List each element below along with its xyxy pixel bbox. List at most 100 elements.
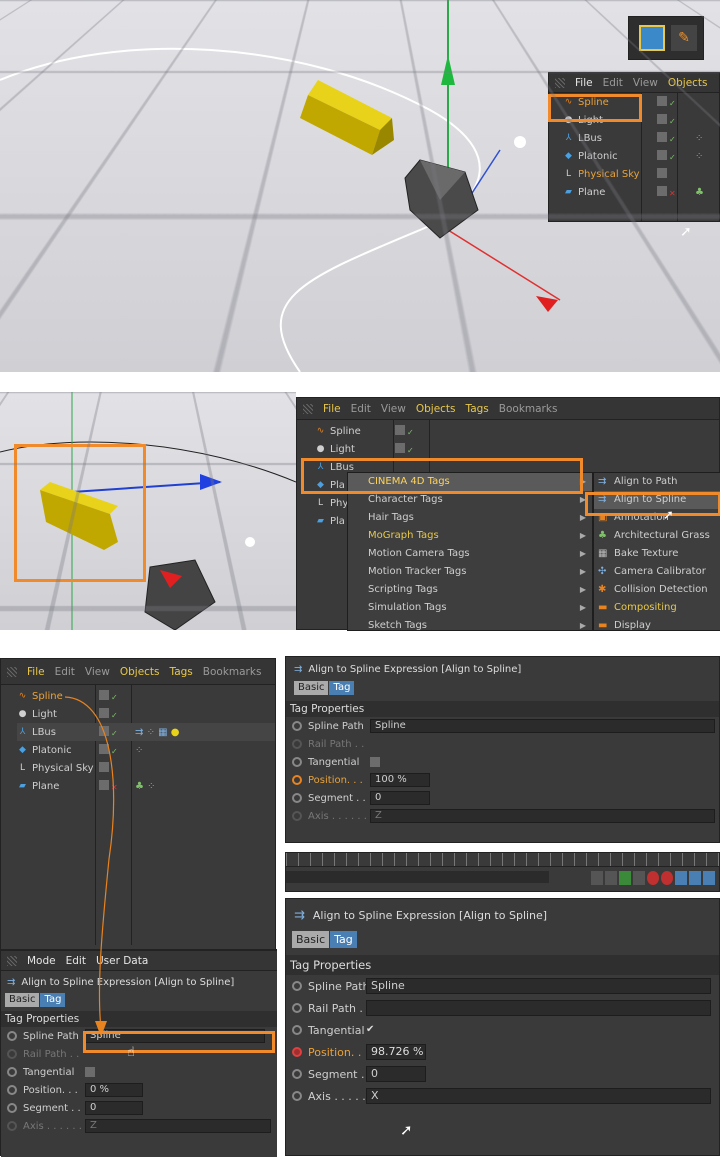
submenu-camera-calibrator[interactable]: ✣ Camera Calibrator	[594, 563, 720, 581]
object-row-platonic[interactable]: ◆ Platonic ✓ ⁘	[563, 147, 719, 165]
menu-item-sketch-tags[interactable]: Sketch Tags ▶	[348, 617, 592, 635]
drag-arrow	[64, 696, 115, 1037]
menu-view[interactable]: View	[381, 403, 406, 415]
step-back-icon[interactable]	[605, 871, 617, 885]
position-field[interactable]: 98.726 %	[366, 1044, 426, 1060]
menu-tags[interactable]: Tags	[466, 403, 489, 415]
tangential-checkbox[interactable]: ✔	[366, 1024, 378, 1036]
submenu-display[interactable]: ▬ Display	[594, 617, 720, 635]
playback-controls	[591, 871, 715, 885]
submenu-align-to-path[interactable]: ⇉ Align to Path	[594, 473, 720, 491]
tangential-checkbox[interactable]	[370, 757, 380, 767]
menu-item-scripting-tags[interactable]: Scripting Tags ▶	[348, 581, 592, 599]
menu-item-motion-tracker-tags[interactable]: Motion Tracker Tags ▶	[348, 563, 592, 581]
attr-tabs: Basic Tag	[286, 681, 719, 701]
grip-icon[interactable]	[303, 403, 313, 414]
rail-path-field[interactable]	[366, 1000, 711, 1016]
timeline-ruler[interactable]	[286, 853, 719, 867]
prop-spline-path: Spline Path Spline	[286, 975, 719, 997]
light-icon: ●	[316, 443, 325, 454]
prop-tangential: Tangential	[286, 753, 719, 771]
timeline[interactable]	[285, 852, 720, 892]
menu-view[interactable]: View	[633, 77, 658, 89]
prop-tangential: Tangential ✔	[286, 1019, 719, 1041]
cursor-icon: ➚	[400, 1121, 413, 1139]
viewport-1[interactable]: ✎ File Edit View Objects ∿ Spline ✓ ● Light…	[0, 0, 720, 372]
tab-tag[interactable]: Tag	[329, 681, 355, 695]
spline-path-field[interactable]: Spline	[366, 978, 711, 994]
menu-item-hair-tags[interactable]: Hair Tags ▶	[348, 509, 592, 527]
grass-icon: ♣	[598, 530, 607, 541]
position-field[interactable]: 100 %	[370, 773, 430, 787]
menu-file[interactable]: File	[575, 77, 593, 89]
keyframe-move-icon[interactable]	[675, 871, 687, 885]
prop-axis: Axis . . . . . .X	[286, 1085, 719, 1107]
submenu-compositing[interactable]: ▬ Compositing	[594, 599, 720, 617]
highlight-spline-row	[548, 94, 642, 122]
cursor-icon: ➚	[663, 508, 674, 523]
grip-icon[interactable]	[555, 77, 565, 88]
compositing-icon: ▬	[598, 602, 608, 613]
step-forward-icon[interactable]	[633, 871, 645, 885]
prop-segment: Segment . .0	[286, 1063, 719, 1085]
collision-icon: ✱	[598, 584, 607, 595]
bake-icon: ▦	[598, 548, 608, 559]
keyframe-rotate-icon[interactable]	[703, 871, 715, 885]
highlight-cinema4d-tags	[301, 458, 583, 494]
menu-item-simulation-tags[interactable]: Simulation Tags ▶	[348, 599, 592, 617]
record-icon[interactable]	[647, 871, 659, 885]
object-row-lbus[interactable]: ⅄ LBus ✓ ⁘	[563, 129, 719, 147]
prop-rail-path: Rail Path . .	[286, 997, 719, 1019]
axis-field[interactable]: Z	[370, 809, 715, 823]
prop-position: Position. . . 100 %	[286, 771, 719, 789]
tab-tag[interactable]: Tag	[330, 931, 357, 948]
object-manager-2-menubar: File Edit View Objects Tags Bookmarks	[297, 398, 719, 420]
submenu-collision-detection[interactable]: ✱ Collision Detection	[594, 581, 720, 599]
menu-bookmarks[interactable]: Bookmarks	[499, 403, 558, 415]
submenu-bake-texture[interactable]: ▦ Bake Texture	[594, 545, 720, 563]
go-start-icon[interactable]	[591, 871, 603, 885]
cube-mode-icon[interactable]	[639, 25, 665, 51]
object-row-plane[interactable]: ▰ Plane ✕ ♣	[563, 183, 719, 201]
menu-objects[interactable]: Objects	[668, 77, 708, 89]
timeline-range-slider[interactable]	[286, 871, 549, 883]
tab-basic[interactable]: Basic	[294, 681, 329, 695]
attr-tabs: Basic Tag	[286, 931, 719, 955]
menu-edit[interactable]: Edit	[351, 403, 371, 415]
segment-field[interactable]: 0	[366, 1066, 426, 1082]
align-spline-tag-icon: ⇉	[294, 907, 305, 923]
axis-field[interactable]: X	[366, 1088, 711, 1104]
object-row-spline[interactable]: ∿ Spline ✓	[315, 422, 719, 440]
prop-segment: Segment . .0	[286, 789, 719, 807]
spline-path-field[interactable]: Spline	[370, 719, 715, 733]
attribute-manager-4: ⇉ Align to Spline Expression [Align to S…	[285, 656, 720, 843]
object-row-light[interactable]: ● Light ✓	[315, 440, 719, 458]
cursor-icon: ➚	[680, 224, 692, 240]
align-path-icon: ⇉	[598, 476, 607, 487]
menu-file[interactable]: File	[323, 403, 341, 415]
menu-item-mograph-tags[interactable]: MoGraph Tags ▶	[348, 527, 592, 545]
menu-item-motion-camera-tags[interactable]: Motion Camera Tags ▶	[348, 545, 592, 563]
viewport-2[interactable]	[0, 392, 296, 630]
brush-mode-icon[interactable]: ✎	[671, 25, 697, 51]
prop-position: Position. . . 98.726 %	[286, 1041, 719, 1063]
tab-basic[interactable]: Basic	[292, 931, 330, 948]
keyframe-scale-icon[interactable]	[689, 871, 701, 885]
object-manager-2: File Edit View Objects Tags Bookmarks ∿ S…	[296, 397, 720, 631]
prop-spline-path: Spline Path Spline	[286, 717, 719, 735]
autokey-icon[interactable]	[661, 871, 673, 885]
mode-toolbar: ✎	[628, 16, 704, 60]
menu-objects[interactable]: Objects	[416, 403, 456, 415]
menu-edit[interactable]: Edit	[603, 77, 623, 89]
sky-icon: L	[565, 168, 571, 179]
cursor-hand-icon: ☝	[127, 1045, 135, 1060]
plane-icon: ▰	[317, 515, 324, 526]
object-row-physical-sky[interactable]: L Physical Sky	[563, 165, 719, 183]
object-manager-menubar: File Edit View Objects	[549, 73, 719, 93]
play-icon[interactable]	[619, 871, 631, 885]
attribute-manager-5: ⇉ Align to Spline Expression [Align to S…	[285, 898, 720, 1156]
segment-field[interactable]: 0	[370, 791, 430, 805]
submenu-architectural-grass[interactable]: ♣ Architectural Grass	[594, 527, 720, 545]
highlight-object	[14, 444, 146, 582]
plane-icon: ▰	[565, 186, 572, 197]
